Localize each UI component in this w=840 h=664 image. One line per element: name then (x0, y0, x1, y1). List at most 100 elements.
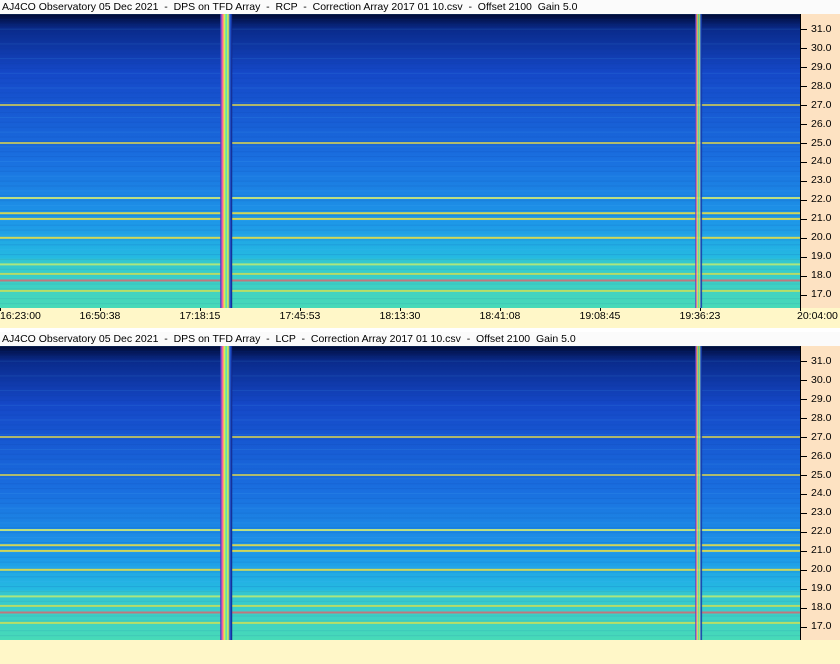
y-tick-label: 25.0 (811, 468, 832, 481)
y-tick (801, 48, 807, 50)
texture-line (0, 151, 800, 153)
texture-line (0, 43, 800, 45)
y-tick-label: 20.0 (811, 563, 832, 576)
texture-line (0, 355, 800, 357)
x-tick-label: 19:08:45 (579, 310, 621, 322)
y-tick (801, 399, 807, 401)
y-tick-label: 23.0 (811, 506, 832, 519)
y-tick (801, 512, 807, 514)
broadband-burst (220, 346, 233, 640)
texture-line (0, 156, 800, 158)
texture-line (0, 380, 800, 382)
lcp-panel-title: AJ4CO Observatory 05 Dec 2021 - DPS on T… (0, 332, 840, 346)
y-tick (801, 418, 807, 420)
texture-line (0, 458, 800, 460)
texture-line (0, 224, 800, 226)
texture-line (0, 439, 800, 441)
texture-line (0, 346, 800, 347)
texture-line (0, 67, 800, 69)
texture-line (0, 23, 800, 25)
texture-line (0, 434, 800, 436)
texture-line (0, 399, 800, 401)
y-tick (801, 199, 807, 201)
x-tick-label: 18:13:30 (379, 310, 421, 322)
texture-line (0, 566, 800, 568)
texture-line (0, 195, 800, 197)
y-tick-label: 27.0 (811, 98, 832, 111)
texture-line (0, 546, 800, 548)
texture-line (0, 210, 800, 211)
y-tick (801, 294, 807, 296)
texture-line (0, 395, 800, 396)
texture-line (0, 58, 800, 60)
texture-line (0, 360, 800, 362)
x-tick-label: 18:41:08 (479, 310, 521, 322)
lcp-spectrogram (0, 346, 800, 640)
texture-line (0, 556, 800, 558)
texture-line (0, 161, 800, 162)
texture-line (0, 468, 800, 470)
texture-line (0, 170, 800, 172)
y-tick (801, 380, 807, 382)
y-tick-label: 26.0 (811, 449, 832, 462)
y-tick (801, 607, 807, 609)
texture-line (0, 404, 800, 406)
texture-line (0, 180, 800, 182)
y-tick (801, 67, 807, 69)
texture-line (0, 14, 800, 15)
interference-line (0, 104, 800, 106)
y-tick-label: 28.0 (811, 79, 832, 92)
y-tick (801, 105, 807, 106)
texture-line (0, 33, 800, 35)
texture-line (0, 190, 800, 192)
low-frequency-band (0, 590, 800, 640)
y-tick-label: 18.0 (811, 601, 832, 614)
texture-line (0, 532, 800, 534)
y-tick (801, 437, 807, 438)
texture-line (0, 18, 800, 20)
texture-line (0, 537, 800, 539)
y-tick-label: 17.0 (811, 288, 832, 301)
y-tick (801, 161, 807, 163)
y-tick-label: 31.0 (811, 354, 832, 367)
rcp-panel: AJ4CO Observatory 05 Dec 2021 - DPS on T… (0, 0, 840, 328)
y-tick-label: 28.0 (811, 411, 832, 424)
texture-line (0, 239, 800, 241)
y-tick (801, 237, 807, 239)
y-tick (801, 143, 807, 144)
texture-line (0, 424, 800, 426)
texture-line (0, 497, 800, 499)
y-tick (801, 493, 807, 495)
texture-line (0, 483, 800, 485)
y-tick-label: 25.0 (811, 136, 832, 149)
texture-line (0, 92, 800, 94)
texture-line (0, 576, 800, 578)
x-tick-label: 17:45:53 (279, 310, 321, 322)
texture-line (0, 234, 800, 236)
interference-line (0, 212, 800, 215)
texture-line (0, 390, 800, 392)
texture-line (0, 87, 800, 89)
y-tick-label: 21.0 (811, 212, 832, 225)
y-tick (801, 218, 807, 220)
interference-line (0, 142, 800, 144)
lcp-spectrogram-canvas (0, 346, 800, 640)
interference-line (0, 197, 800, 199)
y-tick (801, 180, 807, 182)
interference-line (0, 529, 800, 531)
y-tick (801, 550, 807, 552)
interference-line (0, 236, 800, 239)
texture-line (0, 244, 800, 246)
y-tick-label: 30.0 (811, 41, 832, 54)
y-tick-label: 29.0 (811, 392, 832, 405)
y-tick (801, 569, 807, 571)
low-frequency-band (0, 258, 800, 308)
y-tick-label: 31.0 (811, 22, 832, 35)
y-tick-label: 18.0 (811, 269, 832, 282)
y-tick-label: 29.0 (811, 60, 832, 73)
texture-line (0, 107, 800, 109)
y-tick (801, 361, 807, 363)
texture-line (0, 375, 800, 377)
y-tick-label: 26.0 (811, 117, 832, 130)
texture-line (0, 63, 800, 64)
